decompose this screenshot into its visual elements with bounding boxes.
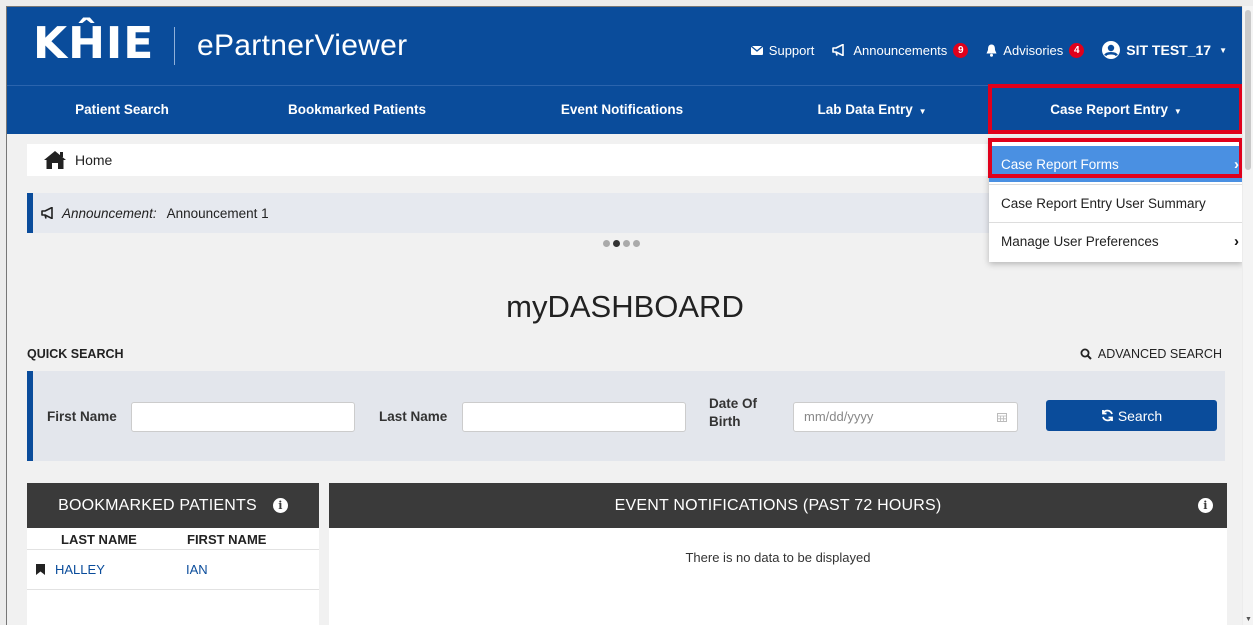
home-icon[interactable]	[43, 150, 67, 170]
patient-last-name[interactable]: HALLEY	[55, 562, 186, 577]
quick-search-label: QUICK SEARCH	[27, 347, 124, 361]
dob-label-line1: Date Of	[709, 396, 758, 411]
bell-icon	[986, 44, 997, 57]
caret-down-icon: ▼	[1219, 45, 1227, 55]
menu-item-case-report-entry-user-summary[interactable]: Case Report Entry User Summary	[989, 185, 1242, 221]
support-label: Support	[768, 42, 815, 58]
envelope-icon	[750, 45, 763, 55]
browser-viewport: KĤIE ePartnerViewer Support Announcement…	[6, 6, 1242, 625]
nav-lab-data-entry[interactable]: Lab Data Entry ▼	[747, 86, 997, 135]
info-icon[interactable]: i	[1198, 498, 1213, 513]
dob-label-line2: Birth	[709, 414, 741, 429]
bookmarked-patients-title: BOOKMARKED PATIENTS	[58, 496, 257, 514]
patient-first-name[interactable]: IAN	[186, 562, 208, 577]
carousel-dot[interactable]	[623, 240, 630, 247]
bookmark-icon[interactable]	[36, 564, 45, 575]
announcement-text: Announcement 1	[166, 205, 269, 221]
empty-state-text: There is no data to be displayed	[685, 550, 871, 565]
scroll-down-arrow-icon[interactable]: ▼	[1245, 616, 1252, 623]
quick-search-panel: First Name Last Name Date Of Birth mm/dd…	[27, 371, 1225, 461]
announcement-label: Announcement:	[62, 205, 157, 221]
last-name-input[interactable]	[462, 402, 686, 432]
event-notifications-header: EVENT NOTIFICATIONS (PAST 72 HOURS) i	[329, 483, 1227, 528]
nav-patient-search[interactable]: Patient Search	[7, 86, 237, 135]
logo-text: KĤIE	[33, 18, 155, 69]
caret-down-icon: ▼	[918, 107, 927, 116]
announcements-count-badge: 9	[953, 42, 969, 58]
dob-placeholder: mm/dd/yyyy	[804, 409, 874, 424]
support-link[interactable]: Support	[750, 42, 815, 58]
advanced-search-link[interactable]: ADVANCED SEARCH	[1080, 347, 1222, 361]
vertical-scrollbar[interactable]: ▼	[1243, 6, 1253, 625]
calendar-icon[interactable]	[997, 412, 1007, 422]
announcements-link[interactable]: Announcements 9	[832, 42, 969, 58]
advanced-search-label: ADVANCED SEARCH	[1097, 347, 1222, 361]
dob-label: Date Of Birth	[709, 395, 757, 431]
chevron-right-icon: ›	[1234, 232, 1239, 250]
column-header-first-name: FIRST NAME	[187, 532, 267, 547]
carousel-dot-active[interactable]	[613, 240, 620, 247]
khie-logo[interactable]: KĤIE	[33, 19, 154, 69]
advisories-link[interactable]: Advisories 4	[986, 42, 1085, 58]
first-name-label: First Name	[47, 409, 117, 424]
user-circle-icon	[1102, 41, 1121, 59]
bookmarked-patients-header: BOOKMARKED PATIENTS i	[27, 483, 319, 528]
user-menu[interactable]: SIT TEST_17 ▼	[1102, 41, 1227, 59]
menu-item-label: Case Report Entry User Summary	[1001, 195, 1206, 211]
breadcrumb-home[interactable]: Home	[75, 152, 112, 168]
advisories-count-badge: 4	[1069, 42, 1085, 58]
highlight-box	[988, 84, 1242, 134]
bookmarked-patients-panel: BOOKMARKED PATIENTS i LAST NAME FIRST NA…	[27, 483, 319, 625]
logo-divider	[174, 27, 175, 65]
carousel-dot[interactable]	[603, 240, 610, 247]
user-name: SIT TEST_17	[1126, 42, 1212, 58]
info-icon[interactable]: i	[272, 498, 288, 513]
column-header-last-name: LAST NAME	[61, 532, 137, 547]
carousel-indicators	[603, 240, 640, 247]
bookmarked-table-header: LAST NAME FIRST NAME	[27, 528, 319, 550]
nav-event-notifications[interactable]: Event Notifications	[497, 86, 747, 135]
last-name-label: Last Name	[379, 409, 448, 424]
menu-item-label: Manage User Preferences	[1001, 233, 1159, 249]
megaphone-icon	[832, 44, 845, 56]
menu-item-manage-user-preferences[interactable]: Manage User Preferences ›	[989, 223, 1242, 259]
dob-input[interactable]: mm/dd/yyyy	[793, 402, 1018, 432]
highlight-box	[988, 138, 1242, 178]
search-icon	[1080, 348, 1092, 360]
event-notifications-panel: EVENT NOTIFICATIONS (PAST 72 HOURS) i Th…	[329, 483, 1227, 625]
advisories-label: Advisories	[1003, 42, 1064, 58]
table-row[interactable]: HALLEY IAN	[27, 550, 319, 590]
announcements-label: Announcements	[853, 42, 948, 58]
carousel-dot[interactable]	[633, 240, 640, 247]
search-button-label: Search	[1117, 407, 1163, 424]
scrollbar-thumb[interactable]	[1245, 10, 1251, 170]
event-notifications-title: EVENT NOTIFICATIONS (PAST 72 HOURS)	[614, 496, 942, 514]
top-header: KĤIE ePartnerViewer Support Announcement…	[7, 7, 1242, 85]
megaphone-icon	[41, 207, 53, 219]
page-title: myDASHBOARD	[506, 289, 744, 324]
refresh-icon	[1101, 409, 1113, 422]
search-button[interactable]: Search	[1046, 400, 1217, 431]
first-name-input[interactable]	[131, 402, 355, 432]
nav-bookmarked-patients[interactable]: Bookmarked Patients	[237, 86, 477, 135]
app-title: ePartnerViewer	[197, 29, 408, 62]
utility-nav: Support Announcements 9 Advisories 4 SIT…	[750, 41, 1227, 59]
nav-lab-data-entry-label: Lab Data Entry	[817, 102, 913, 117]
